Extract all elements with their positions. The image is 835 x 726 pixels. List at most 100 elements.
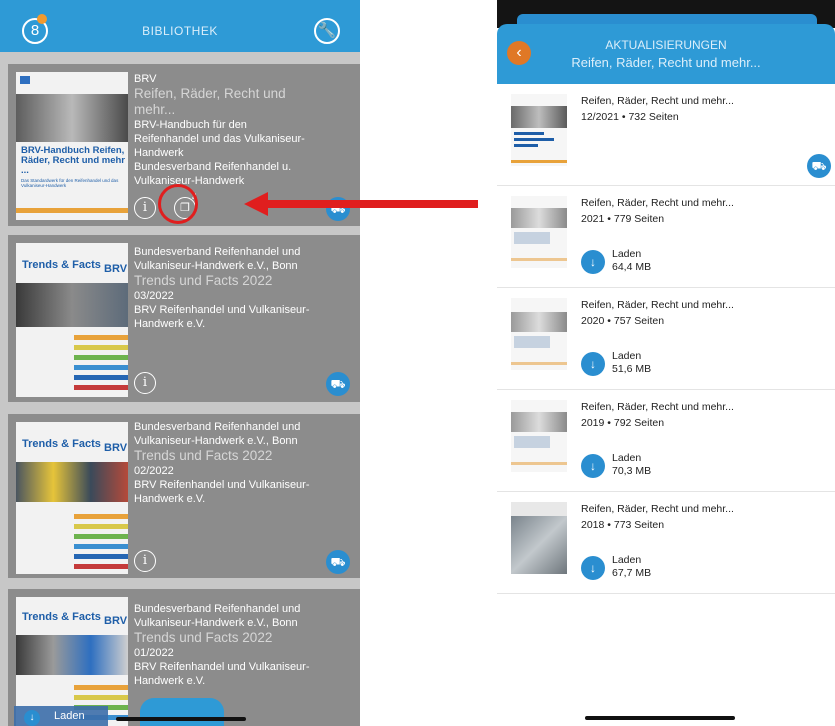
cover-strip — [74, 335, 128, 340]
book-info: BRV Reifen, Räder, Recht und mehr... BRV… — [134, 72, 314, 188]
car-icon[interactable]: ⛟ — [807, 154, 831, 178]
cover-strip — [74, 514, 128, 519]
book-author: Bundesverband Reifenhandel u. Vulkaniseu… — [134, 161, 292, 187]
library-item-magazine[interactable]: Trends & Facts BRV Bundesverband Reifenh… — [8, 414, 360, 578]
download-icon[interactable]: ↓ — [581, 352, 605, 376]
download-label: Laden — [612, 350, 642, 362]
edition-meta: 2018 • 773 Seiten — [581, 519, 665, 531]
book-cover: BRV-Handbuch Reifen, Räder, Recht und me… — [16, 72, 128, 220]
edition-thumbnail — [511, 400, 567, 472]
magazine-publisher: Bundesverband Reifenhandel und Vulkanise… — [134, 246, 301, 272]
magazine-issue: 01/2022 — [134, 647, 174, 659]
magazine-cover: Trends & Facts BRV — [16, 243, 128, 397]
download-size: 51,6 MB — [612, 363, 652, 375]
edition-thumbnail — [511, 298, 567, 370]
magazine-info: Bundesverband Reifenhandel und Vulkanise… — [134, 602, 314, 688]
book-description: BRV-Handbuch für den Reifenhandel und da… — [134, 119, 305, 159]
cover-strip — [74, 355, 128, 360]
download-label: Laden — [612, 452, 642, 464]
download-label: Laden — [612, 554, 642, 566]
cover-subtitle: Das Standardwerk für den Reifenhandel un… — [21, 178, 119, 188]
cover-brand: BRV — [104, 615, 128, 627]
home-indicator — [116, 717, 246, 721]
library-item-magazine[interactable]: Trends & Facts BRV Bundesverband Reifenh… — [8, 235, 360, 402]
cover-strip — [74, 554, 128, 559]
cover-logo: Trends & Facts — [22, 438, 101, 450]
download-overlay[interactable]: ↓ Laden — [14, 706, 108, 726]
cover-photo — [16, 462, 128, 502]
edition-meta: 2019 • 792 Seiten — [581, 417, 665, 429]
download-icon[interactable]: ↓ — [581, 556, 605, 580]
cover-brand: BRV — [104, 442, 128, 454]
cover-strip — [74, 695, 128, 700]
cover-strip — [74, 564, 128, 569]
magazine-cover: Trends & Facts BRV — [16, 422, 128, 574]
cover-logo: Trends & Facts — [22, 611, 101, 623]
cover-strip — [74, 375, 128, 380]
magazine-author: BRV Reifenhandel und Vulkaniseur-Handwer… — [134, 479, 310, 505]
page-subtitle: Reifen, Räder, Recht und mehr... — [571, 55, 761, 70]
magazine-author: BRV Reifenhandel und Vulkaniseur-Handwer… — [134, 304, 310, 330]
page-title: AKTUALISIERUNGEN — [605, 38, 727, 52]
edition-title: Reifen, Räder, Recht und mehr... — [581, 401, 734, 413]
magazine-title: Trends und Facts 2022 — [134, 273, 273, 288]
edition-title: Reifen, Räder, Recht und mehr... — [581, 197, 734, 209]
cover-strip — [16, 208, 128, 213]
download-size: 70,3 MB — [612, 465, 652, 477]
magazine-author: BRV Reifenhandel und Vulkaniseur-Handwer… — [134, 661, 310, 687]
cover-logo: Trends & Facts — [22, 259, 101, 271]
edition-row[interactable]: Reifen, Räder, Recht und mehr... 2018 • … — [497, 492, 835, 594]
download-icon[interactable]: ↓ — [581, 250, 605, 274]
library-screen: 8 BIBLIOTHEK 🔧 BRV-Handbuch Reifen, Räde… — [0, 0, 360, 726]
book-title: Reifen, Räder, Recht und mehr... — [134, 86, 286, 117]
updates-header: ‹ AKTUALISIERUNGEN Reifen, Räder, Recht … — [497, 24, 835, 84]
cover-strip — [74, 524, 128, 529]
home-indicator — [585, 716, 735, 720]
cover-brand: BRV — [104, 263, 128, 275]
download-label: Laden — [612, 248, 642, 260]
download-button[interactable]: Laden 51,6 MB — [612, 350, 651, 376]
download-size: 67,7 MB — [612, 567, 652, 579]
edition-title: Reifen, Räder, Recht und mehr... — [581, 503, 734, 515]
notification-dot — [37, 14, 47, 24]
car-icon[interactable]: ⛟ — [326, 372, 350, 396]
edition-meta: 12/2021 • 732 Seiten — [581, 111, 679, 123]
info-icon[interactable]: i — [134, 550, 156, 572]
download-icon: ↓ — [24, 710, 40, 726]
info-icon[interactable]: i — [134, 197, 156, 219]
edition-row[interactable]: Reifen, Räder, Recht und mehr... 2020 • … — [497, 288, 835, 390]
magazine-title: Trends und Facts 2022 — [134, 630, 273, 645]
library-header: 8 BIBLIOTHEK 🔧 — [0, 0, 360, 52]
edition-row[interactable]: Reifen, Räder, Recht und mehr... 2021 • … — [497, 186, 835, 288]
cover-strip — [74, 685, 128, 690]
magazine-publisher: Bundesverband Reifenhandel und Vulkanise… — [134, 421, 301, 447]
cover-strip — [74, 345, 128, 350]
edition-thumbnail — [511, 196, 567, 268]
magazine-info: Bundesverband Reifenhandel und Vulkanise… — [134, 245, 314, 331]
edition-row[interactable]: Reifen, Räder, Recht und mehr... 2019 • … — [497, 390, 835, 492]
cover-logo-mark — [20, 76, 30, 84]
updates-screen: ‹ AKTUALISIERUNGEN Reifen, Räder, Recht … — [497, 0, 835, 726]
magazine-title: Trends und Facts 2022 — [134, 448, 273, 463]
download-button[interactable]: Laden 70,3 MB — [612, 452, 651, 478]
book-publisher: BRV — [134, 73, 157, 85]
cover-strip — [74, 544, 128, 549]
download-button[interactable]: Laden 64,4 MB — [612, 248, 651, 274]
edition-title: Reifen, Räder, Recht und mehr... — [581, 95, 734, 107]
edition-thumbnail — [511, 502, 567, 574]
floating-action-button[interactable] — [140, 698, 224, 726]
download-size: 64,4 MB — [612, 261, 652, 273]
magazine-publisher: Bundesverband Reifenhandel und Vulkanise… — [134, 603, 301, 629]
cover-strip — [74, 365, 128, 370]
pointer-arrow — [244, 192, 478, 216]
settings-wrench-icon[interactable]: 🔧 — [314, 18, 340, 44]
edition-row[interactable]: Reifen, Räder, Recht und mehr... 12/2021… — [497, 84, 835, 186]
magazine-info: Bundesverband Reifenhandel und Vulkanise… — [134, 420, 314, 506]
download-icon[interactable]: ↓ — [581, 454, 605, 478]
info-icon[interactable]: i — [134, 372, 156, 394]
cover-photo — [16, 94, 128, 142]
cover-photo — [16, 283, 128, 327]
car-icon[interactable]: ⛟ — [326, 550, 350, 574]
download-button[interactable]: Laden 67,7 MB — [612, 554, 651, 580]
edition-meta: 2020 • 757 Seiten — [581, 315, 665, 327]
